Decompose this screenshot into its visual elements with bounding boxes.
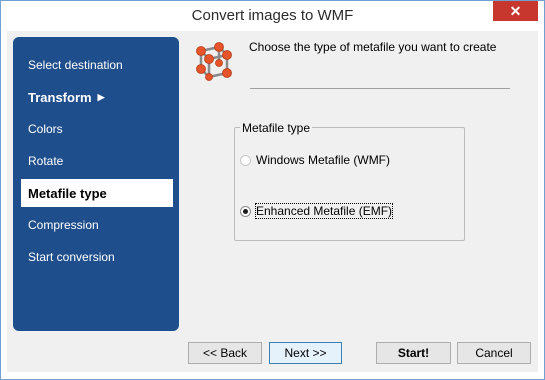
sidebar-item-compression[interactable]: Compression [21,211,99,239]
back-button[interactable]: << Back [188,342,262,364]
radio-label: Windows Metafile (WMF) [256,153,391,167]
radio-button[interactable] [240,205,251,217]
dialog-body: Select destination Transform ▶ Colors Ro… [7,31,538,372]
radio-option-emf[interactable]: Enhanced Metafile (EMF) [240,203,394,219]
start-button[interactable]: Start! [376,342,451,364]
window-title: Convert images to WMF [191,7,354,24]
close-button[interactable]: ✕ [493,1,538,21]
metafile-type-groupbox [234,127,465,241]
sidebar-item-label: Select destination [28,58,123,72]
sidebar-item-label: Rotate [28,154,64,168]
close-icon: ✕ [509,2,522,19]
radio-option-wmf[interactable]: Windows Metafile (WMF) [240,152,390,168]
sidebar-item-label: Start conversion [28,250,115,264]
sidebar-item-metafile-type[interactable]: Metafile type [21,179,173,207]
chevron-right-icon: ▶ [97,91,105,102]
sidebar-item-colors[interactable]: Colors [21,115,63,143]
radio-button[interactable] [240,154,251,166]
sidebar-item-select-destination[interactable]: Select destination [21,51,123,79]
sidebar-item-label: Compression [28,218,99,232]
dialog-window: Convert images to WMF ✕ Select destinati… [0,0,545,380]
sidebar-item-start-conversion[interactable]: Start conversion [21,243,115,271]
header-divider [250,88,510,89]
sidebar-item-rotate[interactable]: Rotate [21,147,63,175]
next-button[interactable]: Next >> [269,342,342,364]
sidebar-item-label: Transform [28,89,92,105]
sidebar-item-label: Metafile type [28,185,107,201]
radio-label: Enhanced Metafile (EMF) [254,203,394,219]
groupbox-legend: Metafile type [240,121,313,135]
title-bar: Convert images to WMF ✕ [1,1,544,31]
page-instruction: Choose the type of metafile you want to … [249,40,497,54]
molecule-icon [196,42,232,81]
cancel-button[interactable]: Cancel [457,342,531,364]
sidebar-item-label: Colors [28,122,63,136]
sidebar-item-transform[interactable]: Transform ▶ [21,83,105,111]
